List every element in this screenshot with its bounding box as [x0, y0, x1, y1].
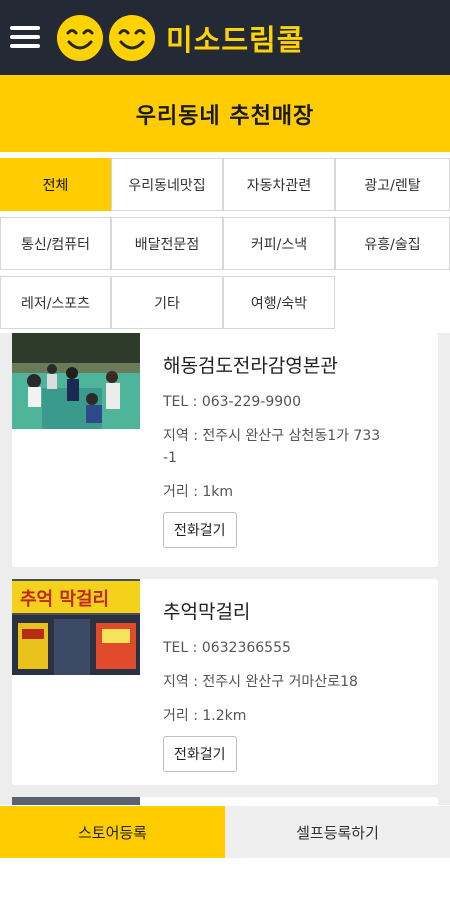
category-tab-delivery[interactable]: 배달전문점: [111, 217, 223, 270]
page-banner: 우리동네 추천매장: [0, 75, 450, 152]
category-tab-coffee-snack[interactable]: 커피/스낵: [223, 217, 335, 270]
store-photo: [12, 797, 140, 805]
store-tel: TEL : 0632366555: [163, 640, 291, 656]
category-row: 통신/컴퓨터 배달전문점 커피/스낵 유흥/술집: [0, 217, 450, 270]
category-tab-nightlife[interactable]: 유흥/술집: [335, 217, 450, 270]
svg-text:추억 막걸리: 추억 막걸리: [20, 588, 109, 610]
store-info: 추억막걸리 TEL : 0632366555 지역 : 전주시 완산구 거마산로…: [163, 597, 433, 772]
category-row: 레저/스포츠 기타 여행/숙박: [0, 276, 450, 329]
self-register-button[interactable]: 셀프등록하기: [225, 806, 450, 858]
category-tab-telecom-computer[interactable]: 통신/컴퓨터: [0, 217, 111, 270]
logo-text: 미소드림콜: [166, 23, 305, 57]
call-button[interactable]: 전화걸기: [163, 512, 237, 548]
app-logo[interactable]: 미소드림콜: [56, 12, 304, 64]
store-register-button[interactable]: 스토어등록: [0, 806, 225, 858]
app-root: 미소드림콜 우리동네 추천매장 전체 우리동네맛집 자동차관련 광고/렌탈 통신…: [0, 0, 450, 900]
category-tab-local-food[interactable]: 우리동네맛집: [111, 158, 223, 211]
bottom-action-bar: 스토어등록 셀프등록하기: [0, 806, 450, 858]
store-photo: [12, 333, 140, 429]
store-region-cont: -1: [163, 450, 177, 466]
store-region: 지역 : 전주시 완산구 삼천동1가 733: [163, 428, 381, 444]
store-card[interactable]: 추억 막걸리 추억막걸리 TEL : 0632366555 지역 : 전주시 완…: [12, 579, 438, 785]
store-name: 해동검도전라감영본관: [163, 355, 338, 377]
store-tel: TEL : 063-229-9900: [163, 394, 301, 410]
hamburger-menu-icon[interactable]: [10, 26, 40, 48]
store-name: 추억막걸리: [163, 601, 251, 623]
page-title: 우리동네 추천매장: [135, 103, 315, 129]
store-card[interactable]: 해동검도전라감영본관 TEL : 063-229-9900 지역 : 전주시 완…: [12, 333, 438, 567]
category-tab-etc[interactable]: 기타: [111, 276, 223, 329]
store-list[interactable]: 해동검도전라감영본관 TEL : 063-229-9900 지역 : 전주시 완…: [0, 333, 450, 805]
category-row: 전체 우리동네맛집 자동차관련 광고/렌탈: [0, 158, 450, 211]
store-distance: 거리 : 1km: [163, 484, 234, 500]
category-tab-travel-lodging[interactable]: 여행/숙박: [223, 276, 335, 329]
store-info: 해동검도전라감영본관 TEL : 063-229-9900 지역 : 전주시 완…: [163, 351, 433, 548]
category-grid: 전체 우리동네맛집 자동차관련 광고/렌탈 통신/컴퓨터 배달전문점 커피/스낵…: [0, 158, 450, 335]
smiley-face-icon: [57, 15, 103, 61]
store-card[interactable]: [12, 797, 438, 805]
smiley-face-icon: [109, 15, 155, 61]
store-region: 지역 : 전주시 완산구 거마산로18: [163, 674, 358, 690]
top-bar: 미소드림콜: [0, 0, 450, 75]
category-tab-all[interactable]: 전체: [0, 158, 111, 211]
category-tab-leisure-sports[interactable]: 레저/스포츠: [0, 276, 111, 329]
category-tab-ads-rental[interactable]: 광고/렌탈: [335, 158, 450, 211]
store-photo: 추억 막걸리: [12, 579, 140, 675]
category-tab-automotive[interactable]: 자동차관련: [223, 158, 335, 211]
store-distance: 거리 : 1.2km: [163, 708, 247, 724]
call-button[interactable]: 전화걸기: [163, 736, 237, 772]
